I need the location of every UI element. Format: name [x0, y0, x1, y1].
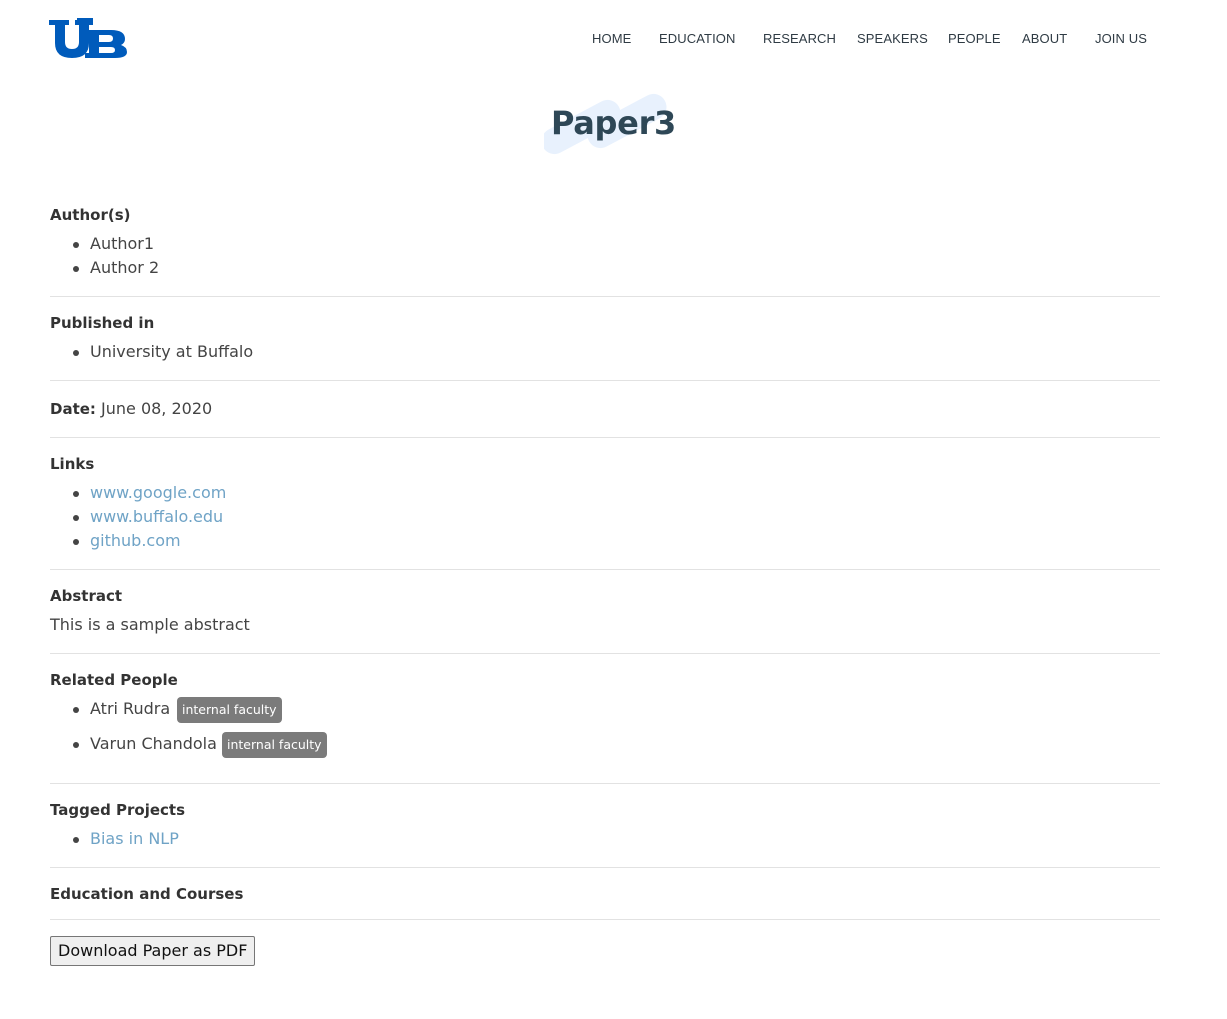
- divider: [50, 569, 1160, 570]
- nav-speakers[interactable]: SPEAKERS: [857, 31, 928, 46]
- related-people-label: Related People: [50, 671, 178, 689]
- bullet: [73, 707, 79, 713]
- nav-home[interactable]: HOME: [592, 31, 631, 46]
- nav-people[interactable]: PEOPLE: [948, 31, 1001, 46]
- date-value: June 08, 2020: [101, 399, 213, 418]
- page-header: Paper3: [0, 92, 1227, 162]
- authors-label: Author(s): [50, 206, 131, 224]
- date-label: Date:: [50, 400, 96, 418]
- bullet: [73, 491, 79, 497]
- bullet: [73, 266, 79, 272]
- link-google[interactable]: www.google.com: [90, 483, 226, 502]
- bullet: [73, 515, 79, 521]
- bullet: [73, 242, 79, 248]
- page-title: Paper3: [550, 104, 677, 142]
- divider: [50, 919, 1160, 920]
- bullet: [73, 837, 79, 843]
- abstract-label: Abstract: [50, 587, 123, 605]
- divider: [50, 437, 1160, 438]
- author-item: Author 2: [90, 258, 160, 277]
- link-github[interactable]: github.com: [90, 531, 181, 550]
- divider: [50, 296, 1160, 297]
- tagged-projects-label: Tagged Projects: [50, 801, 186, 819]
- divider: [50, 653, 1160, 654]
- nav-join-us[interactable]: JOIN US: [1095, 31, 1147, 46]
- abstract-text: This is a sample abstract: [50, 615, 250, 634]
- published-label: Published in: [50, 314, 155, 332]
- date-row: Date: June 08, 2020: [50, 399, 212, 418]
- divider: [50, 380, 1160, 381]
- links-label: Links: [50, 455, 95, 473]
- person-badge: internal faculty: [177, 697, 282, 723]
- download-pdf-button[interactable]: Download Paper as PDF: [50, 936, 256, 966]
- project-link[interactable]: Bias in NLP: [90, 829, 179, 848]
- person-name: Atri Rudra: [90, 699, 171, 718]
- nav-research[interactable]: RESEARCH: [763, 31, 836, 46]
- bullet: [73, 350, 79, 356]
- divider: [50, 867, 1160, 868]
- nav-education[interactable]: EDUCATION: [659, 31, 736, 46]
- nav-about[interactable]: ABOUT: [1022, 31, 1067, 46]
- main-nav: HOME EDUCATION RESEARCH SPEAKERS PEOPLE …: [0, 31, 1227, 47]
- published-item: University at Buffalo: [90, 342, 254, 361]
- divider: [50, 783, 1160, 784]
- person-name: Varun Chandola: [90, 734, 217, 753]
- author-item: Author1: [90, 234, 155, 253]
- person-badge: internal faculty: [222, 732, 327, 758]
- education-label: Education and Courses: [50, 885, 244, 903]
- link-buffalo[interactable]: www.buffalo.edu: [90, 507, 223, 526]
- bullet: [73, 539, 79, 545]
- bullet: [73, 742, 79, 748]
